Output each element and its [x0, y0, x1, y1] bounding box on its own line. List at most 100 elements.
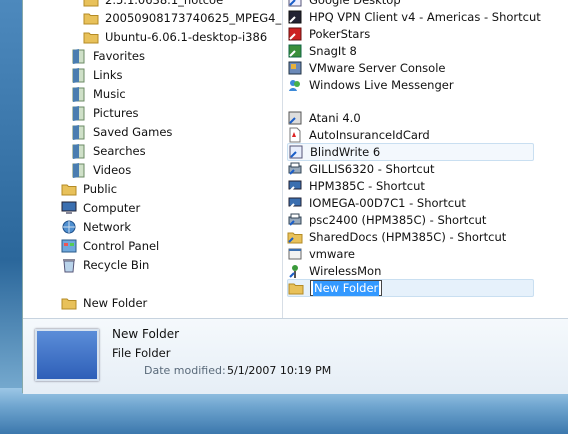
details-item-type: File Folder — [112, 346, 171, 360]
recycle-bin-icon — [61, 257, 77, 273]
pictures-folder-icon — [71, 105, 87, 121]
nav-item-label: Computer — [83, 201, 141, 215]
nav-item-folder-mpeg[interactable]: 20050908173740625_MPEG4_Movi — [83, 9, 282, 27]
nav-item-control-panel[interactable]: Control Panel — [61, 237, 159, 255]
file-item-auto-insurance[interactable]: AutoInsuranceIdCard — [287, 126, 430, 144]
details-modified-label: Date modified: — [144, 364, 226, 377]
favorites-folder-icon — [71, 48, 87, 64]
file-item-label: psc2400 (HPM385C) - Shortcut — [309, 213, 487, 227]
vpn-shortcut-icon — [287, 9, 303, 25]
atani-icon — [287, 110, 303, 126]
file-list-pane[interactable]: Google Desktop HPQ VPN Client v4 - Ameri… — [283, 0, 568, 318]
network-icon — [61, 219, 77, 235]
desktop-wallpaper-bottom — [0, 388, 568, 434]
nav-item-folder-top[interactable]: 2.5.1.0638.1_notcoe — [83, 0, 223, 9]
file-item-snagit[interactable]: SnagIt 8 — [287, 42, 357, 60]
folder-thumbnail — [35, 329, 99, 381]
file-item-shareddocs[interactable]: SharedDocs (HPM385C) - Shortcut — [287, 228, 506, 246]
file-item-label: BlindWrite 6 — [310, 145, 381, 159]
snagit-icon — [287, 43, 303, 59]
file-item-vmware[interactable]: vmware — [287, 245, 355, 263]
messenger-icon — [287, 77, 303, 93]
folder-icon — [83, 0, 99, 8]
file-item-psc2400[interactable]: psc2400 (HPM385C) - Shortcut — [287, 211, 486, 229]
file-item-label: IOMEGA-00D7C1 - Shortcut — [309, 196, 466, 210]
file-item-label: vmware — [309, 247, 356, 261]
nav-item-label: Pictures — [93, 106, 139, 120]
pokerstars-icon — [287, 26, 303, 42]
file-item-blindwrite[interactable]: BlindWrite 6 — [287, 143, 534, 161]
nav-item-label: Recycle Bin — [83, 258, 150, 272]
nav-item-label: New Folder — [83, 296, 148, 310]
folder-icon — [61, 181, 77, 197]
folder-icon — [83, 10, 99, 26]
explorer-window: 2.5.1.0638.1_notcoe 20050908173740625_MP… — [22, 0, 568, 394]
details-item-name: New Folder — [112, 327, 180, 341]
computer-shortcut-icon — [287, 178, 303, 194]
file-item-label: HPM385C - Shortcut — [309, 179, 425, 193]
videos-folder-icon — [71, 162, 87, 178]
nav-item-saved-games[interactable]: Saved Games — [71, 123, 172, 141]
printer-shortcut-icon — [287, 212, 303, 228]
nav-item-pictures[interactable]: Pictures — [71, 104, 139, 122]
nav-item-computer[interactable]: Computer — [61, 199, 140, 217]
nav-item-network[interactable]: Network — [61, 218, 131, 236]
nav-item-label: 20050908173740625_MPEG4_Movi — [105, 11, 282, 25]
nav-item-label: Control Panel — [83, 239, 160, 253]
rename-input[interactable]: New Folder — [310, 280, 383, 296]
file-item-hpq-vpn[interactable]: HPQ VPN Client v4 - Americas - Shortcut — [287, 8, 541, 26]
desktop-wallpaper-left — [0, 0, 22, 434]
file-item-vmware-console[interactable]: VMware Server Console — [287, 59, 445, 77]
searches-folder-icon — [71, 143, 87, 159]
nav-item-folder-ubuntu[interactable]: Ubuntu-6.06.1-desktop-i386 — [83, 28, 267, 46]
file-item-atani[interactable]: Atani 4.0 — [287, 109, 361, 127]
nav-item-favorites[interactable]: Favorites — [71, 47, 145, 65]
file-item-new-folder[interactable]: New Folder — [287, 279, 534, 297]
wirelessmon-icon — [287, 263, 303, 279]
nav-item-videos[interactable]: Videos — [71, 161, 131, 179]
file-item-label: PokerStars — [309, 27, 371, 41]
control-panel-icon — [61, 238, 77, 254]
file-item-label: HPQ VPN Client v4 - Americas - Shortcut — [309, 10, 541, 24]
computer-icon — [61, 200, 77, 216]
file-item-wirelessmon[interactable]: WirelessMon — [287, 262, 381, 280]
file-item-hpm385c[interactable]: HPM385C - Shortcut — [287, 177, 425, 195]
file-item-label: GILLIS6320 - Shortcut — [309, 162, 435, 176]
nav-item-recycle-bin[interactable]: Recycle Bin — [61, 256, 149, 274]
nav-item-label: Saved Games — [93, 125, 173, 139]
file-item-label: WirelessMon — [309, 264, 382, 278]
application-icon — [287, 246, 303, 262]
file-item-wl-messenger[interactable]: Windows Live Messenger — [287, 76, 454, 94]
rename-selected-text: New Folder — [313, 280, 380, 296]
nav-item-label: Public — [83, 182, 118, 196]
navigation-pane[interactable]: 2.5.1.0638.1_notcoe 20050908173740625_MP… — [23, 0, 282, 318]
file-item-label: Atani 4.0 — [309, 111, 361, 125]
links-folder-icon — [71, 67, 87, 83]
computer-shortcut-icon — [287, 195, 303, 211]
file-item-iomega[interactable]: IOMEGA-00D7C1 - Shortcut — [287, 194, 466, 212]
shortcut-icon — [287, 0, 303, 8]
nav-item-label: Network — [83, 220, 132, 234]
folder-shortcut-icon — [287, 229, 303, 245]
nav-item-label: Ubuntu-6.06.1-desktop-i386 — [105, 30, 268, 44]
folder-icon — [83, 29, 99, 45]
nav-item-label: Favorites — [93, 49, 145, 63]
folder-icon — [288, 280, 304, 296]
nav-item-public[interactable]: Public — [61, 180, 117, 198]
nav-item-label: 2.5.1.0638.1_notcoe — [105, 0, 224, 7]
file-item-label: SharedDocs (HPM385C) - Shortcut — [309, 230, 507, 244]
file-item-gillis[interactable]: GILLIS6320 - Shortcut — [287, 160, 435, 178]
file-item-pokerstars[interactable]: PokerStars — [287, 25, 370, 43]
nav-item-links[interactable]: Links — [71, 66, 123, 84]
nav-item-label: Links — [93, 68, 123, 82]
folder-icon — [61, 295, 77, 311]
details-modified-value: 5/1/2007 10:19 PM — [227, 364, 332, 377]
file-item-label: SnagIt 8 — [309, 44, 357, 58]
printer-shortcut-icon — [287, 161, 303, 177]
nav-item-label: Music — [93, 87, 126, 101]
nav-item-searches[interactable]: Searches — [71, 142, 146, 160]
nav-item-new-folder[interactable]: New Folder — [61, 294, 147, 312]
nav-item-music[interactable]: Music — [71, 85, 126, 103]
file-item-label: AutoInsuranceIdCard — [309, 128, 430, 142]
vmware-icon — [287, 60, 303, 76]
